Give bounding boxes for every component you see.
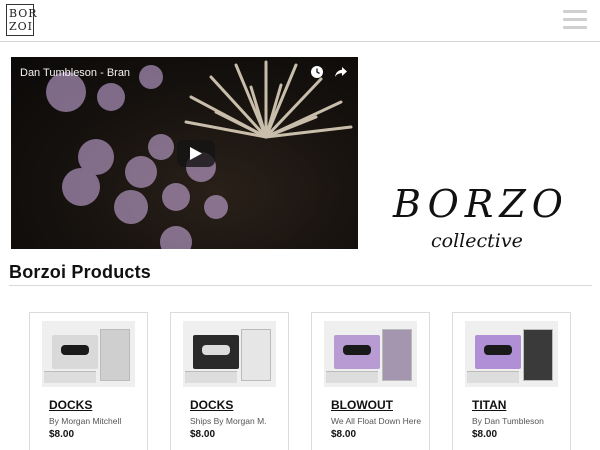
embedded-video-player[interactable]: Dan Tumbleson - Bran: [11, 57, 358, 249]
product-name[interactable]: TITAN: [472, 398, 506, 412]
product-image: [465, 321, 558, 387]
logo-text-line-1: BOR: [9, 7, 38, 20]
product-price: $8.00: [49, 429, 75, 440]
menu-bar: [563, 26, 587, 29]
cassette-case: [100, 329, 130, 381]
borzoi-collective-wordmark: BORZOI collective: [391, 175, 584, 255]
hamburger-icon[interactable]: [563, 10, 587, 29]
product-price: $8.00: [190, 429, 216, 440]
product-price: $8.00: [472, 429, 498, 440]
product-image: [183, 321, 276, 387]
cassette-tape: [52, 335, 98, 369]
product-subtitle: By Morgan Mitchell: [49, 416, 122, 426]
cassette-case: [241, 329, 271, 381]
product-name[interactable]: BLOWOUT: [331, 398, 393, 412]
brand-wordmark: BORZOI: [392, 182, 561, 226]
cassette-case: [523, 329, 553, 381]
section-divider: [9, 285, 592, 286]
product-card[interactable]: BLOWOUT We All Float Down Here $8.00: [311, 312, 430, 450]
logo-text-line-2: ZOI: [9, 20, 34, 33]
cassette-case: [382, 329, 412, 381]
top-navigation-bar: BOR ZOI: [0, 0, 600, 42]
borzoi-logo[interactable]: BOR ZOI: [6, 4, 37, 36]
product-name[interactable]: DOCKS: [190, 398, 233, 412]
product-image: [42, 321, 135, 387]
play-button[interactable]: [177, 140, 215, 167]
product-subtitle: Ships By Morgan M.: [190, 416, 267, 426]
cassette-tape: [193, 335, 239, 369]
product-card[interactable]: DOCKS Ships By Morgan M. $8.00: [170, 312, 289, 450]
product-image: [324, 321, 417, 387]
product-card[interactable]: TITAN By Dan Tumbleson $8.00: [452, 312, 571, 450]
menu-bar: [563, 18, 587, 21]
clock-icon[interactable]: [310, 65, 324, 79]
cassette-tape: [334, 335, 380, 369]
section-title: Borzoi Products: [9, 262, 152, 282]
brand-tagline: collective: [431, 230, 523, 252]
product-subtitle: By Dan Tumbleson: [472, 416, 544, 426]
product-subtitle: We All Float Down Here: [331, 416, 422, 426]
cassette-tape: [475, 335, 521, 369]
share-icon[interactable]: [334, 65, 348, 79]
product-name[interactable]: DOCKS: [49, 398, 92, 412]
product-card[interactable]: DOCKS By Morgan Mitchell $8.00: [29, 312, 148, 450]
play-icon: [190, 147, 202, 160]
menu-bar: [563, 10, 587, 13]
video-title[interactable]: Dan Tumbleson - Bran: [20, 67, 130, 79]
product-price: $8.00: [331, 429, 357, 440]
